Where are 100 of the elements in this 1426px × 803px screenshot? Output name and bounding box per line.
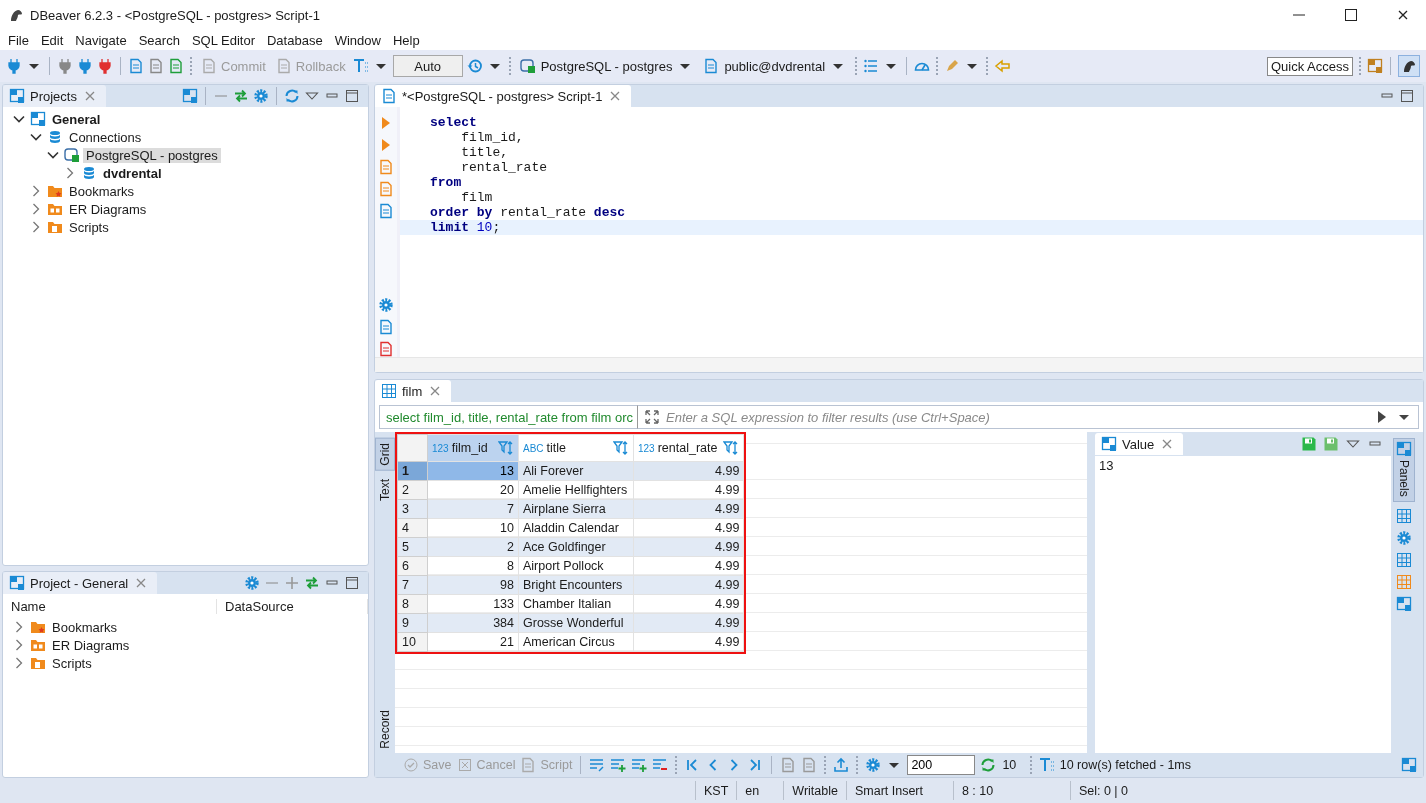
script-icon[interactable]	[378, 181, 394, 197]
link-icon[interactable]	[233, 88, 249, 104]
script-icon[interactable]	[378, 203, 394, 219]
column-header[interactable]: ABC title	[518, 434, 634, 462]
transaction-mode-button[interactable]: Auto	[392, 55, 463, 77]
connect-icon[interactable]	[77, 58, 93, 74]
table-cell[interactable]: 8	[427, 556, 519, 576]
folder-icon	[30, 637, 46, 653]
add-icon[interactable]	[284, 575, 300, 591]
settings-icon[interactable]	[378, 297, 394, 313]
table-cell[interactable]: 4.99	[633, 632, 744, 652]
table-cell[interactable]: 4.99	[633, 594, 744, 614]
column-header[interactable]: 123 film_id	[427, 434, 519, 462]
table-cell[interactable]: 10	[427, 518, 519, 538]
code-line: order by rental_rate desc	[429, 205, 627, 220]
tree-item[interactable]: ER Diagrams	[66, 201, 150, 217]
tree-item[interactable]: Connections	[66, 129, 145, 145]
table-cell[interactable]: 4.99	[633, 480, 744, 500]
schema-selector[interactable]: public@dvdrental	[700, 58, 850, 74]
status-item: Sel: 0 | 0	[1069, 781, 1155, 800]
settings-icon[interactable]	[253, 88, 269, 104]
tree-item[interactable]: General	[49, 111, 104, 127]
filter-field[interactable]: Enter a SQL expression to filter results (use Ctrl+Space)	[666, 405, 1368, 429]
refresh-icon[interactable]	[980, 757, 997, 773]
quick-access-field[interactable]: Quick Access	[1266, 56, 1353, 76]
script-icon[interactable]	[378, 159, 394, 175]
settings-icon[interactable]	[244, 575, 260, 591]
document-icon[interactable]	[378, 319, 394, 335]
link-icon[interactable]	[304, 575, 320, 591]
script-icon[interactable]	[128, 58, 144, 74]
filter-sort-icon[interactable]	[723, 440, 740, 456]
refresh-icon[interactable]	[284, 88, 300, 104]
tree-item[interactable]: Bookmarks	[49, 619, 121, 635]
column-header[interactable]: 123 rental_rate	[633, 434, 744, 462]
document-icon[interactable]	[780, 757, 797, 773]
table-cell[interactable]: 20	[427, 480, 519, 500]
script-icon[interactable]	[148, 58, 164, 74]
panel-tab[interactable]: Value	[1095, 433, 1184, 455]
tree-item[interactable]: Scripts	[66, 219, 112, 235]
connection-selector[interactable]: PostgreSQL - postgres	[516, 58, 697, 74]
grid-icon[interactable]	[1396, 551, 1412, 568]
filter-sort-icon[interactable]	[498, 440, 514, 456]
maximize-icon[interactable]	[1343, 7, 1359, 23]
edit-row-icon[interactable]	[589, 757, 606, 773]
pointer-icon[interactable]	[994, 58, 1011, 74]
value-text: 13	[1098, 457, 1115, 475]
horizontal-scrollbar[interactable]	[375, 357, 1423, 372]
table-cell[interactable]: Airport Pollock	[518, 556, 634, 576]
table-cell[interactable]: 4.99	[633, 518, 744, 538]
add-row-icon[interactable]	[610, 757, 627, 773]
tree-item[interactable]: PostgreSQL - postgres	[83, 147, 221, 163]
menu-item[interactable]: Navigate	[69, 32, 133, 48]
copy-row-icon[interactable]	[631, 757, 648, 773]
fetch-size-field[interactable]: 200	[907, 755, 976, 775]
view-tab[interactable]: Record	[376, 706, 394, 753]
save-icon[interactable]	[1323, 436, 1339, 452]
document-icon[interactable]	[378, 341, 394, 357]
table-cell[interactable]: 21	[427, 632, 519, 652]
panels-tab[interactable]: Panels	[1393, 438, 1415, 502]
panel-tab[interactable]: Projects	[3, 85, 106, 107]
menu-item[interactable]: Search	[132, 32, 186, 48]
delete-row-icon[interactable]	[652, 757, 669, 773]
query-text[interactable]: select film_id, title, rental_rate from film orc	[379, 405, 639, 429]
table-cell[interactable]: Chamber Italian	[518, 594, 634, 614]
table-cell[interactable]: American Circus	[518, 632, 634, 652]
menu-item[interactable]: File	[2, 32, 35, 48]
menu-item[interactable]: Help	[386, 32, 426, 48]
results-tab[interactable]: film	[375, 380, 452, 402]
editor-tab[interactable]: *<PostgreSQL - postgres> Script-1	[375, 85, 632, 107]
export-icon[interactable]	[833, 757, 850, 773]
table-cell[interactable]: 4.99	[633, 556, 744, 576]
new-script-icon[interactable]	[168, 58, 184, 74]
tree-item[interactable]: ER Diagrams	[49, 637, 133, 653]
view-tab[interactable]: Text	[376, 474, 394, 505]
plug-icon[interactable]	[57, 58, 73, 74]
table-cell[interactable]: Aladdin Calendar	[518, 518, 634, 538]
group-icon[interactable]	[1396, 507, 1412, 524]
tree-item[interactable]: Bookmarks	[66, 183, 138, 199]
menu-item[interactable]: Edit	[34, 32, 70, 48]
menu-item[interactable]: Database	[261, 32, 329, 48]
tree-item[interactable]: Scripts	[49, 655, 95, 671]
disconnect-icon[interactable]	[97, 58, 113, 74]
panel-toggle-icon[interactable]	[1401, 757, 1417, 773]
panel-tab[interactable]: Project - General	[3, 572, 158, 594]
menu-item[interactable]: SQL Editor	[185, 32, 261, 48]
new-project-icon[interactable]	[182, 88, 198, 104]
table-cell[interactable]: 133	[427, 594, 519, 614]
document-icon[interactable]	[801, 757, 818, 773]
value-icon[interactable]	[1396, 595, 1412, 612]
column-header[interactable]: Name	[3, 598, 217, 614]
column-header[interactable]: DataSource	[217, 598, 368, 614]
calendar-icon[interactable]	[1396, 573, 1412, 590]
tree-item[interactable]: dvdrental	[100, 165, 165, 181]
view-tab[interactable]: Grid	[375, 438, 395, 471]
expand-icon[interactable]	[644, 409, 661, 425]
filter-sort-icon[interactable]	[613, 440, 629, 456]
save-icon[interactable]	[1301, 436, 1317, 452]
folder-icon	[30, 655, 46, 671]
menu-item[interactable]: Window	[328, 32, 387, 48]
table-cell[interactable]: Amelie Hellfighters	[518, 480, 634, 500]
